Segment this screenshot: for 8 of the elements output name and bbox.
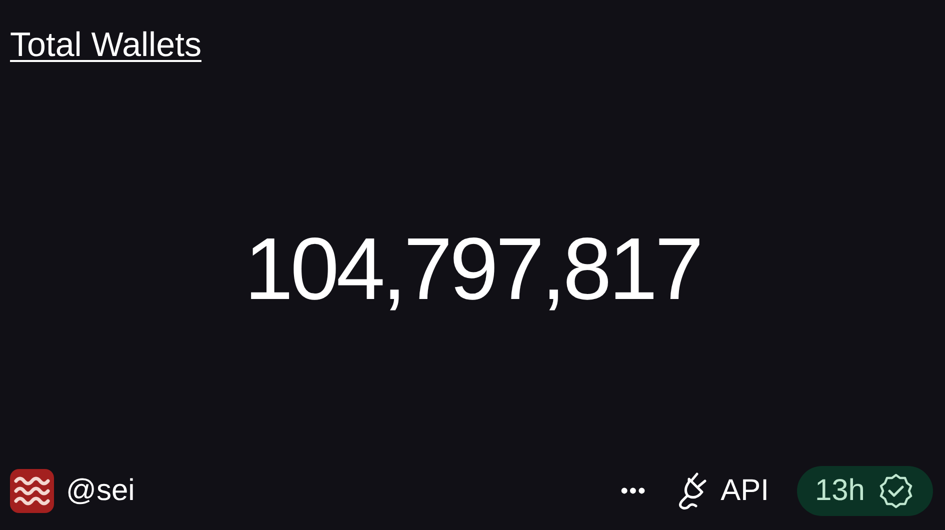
counter-value: 104,797,817 xyxy=(244,218,701,320)
api-button[interactable]: API xyxy=(674,471,769,511)
author-name[interactable]: @sei xyxy=(66,474,135,508)
more-button[interactable]: ••• xyxy=(620,478,647,504)
freshness-badge: 13h xyxy=(796,466,933,516)
wave-logo-icon xyxy=(10,469,54,513)
title-link[interactable]: Total Wallets xyxy=(10,26,202,64)
verified-badge-icon xyxy=(877,472,915,510)
